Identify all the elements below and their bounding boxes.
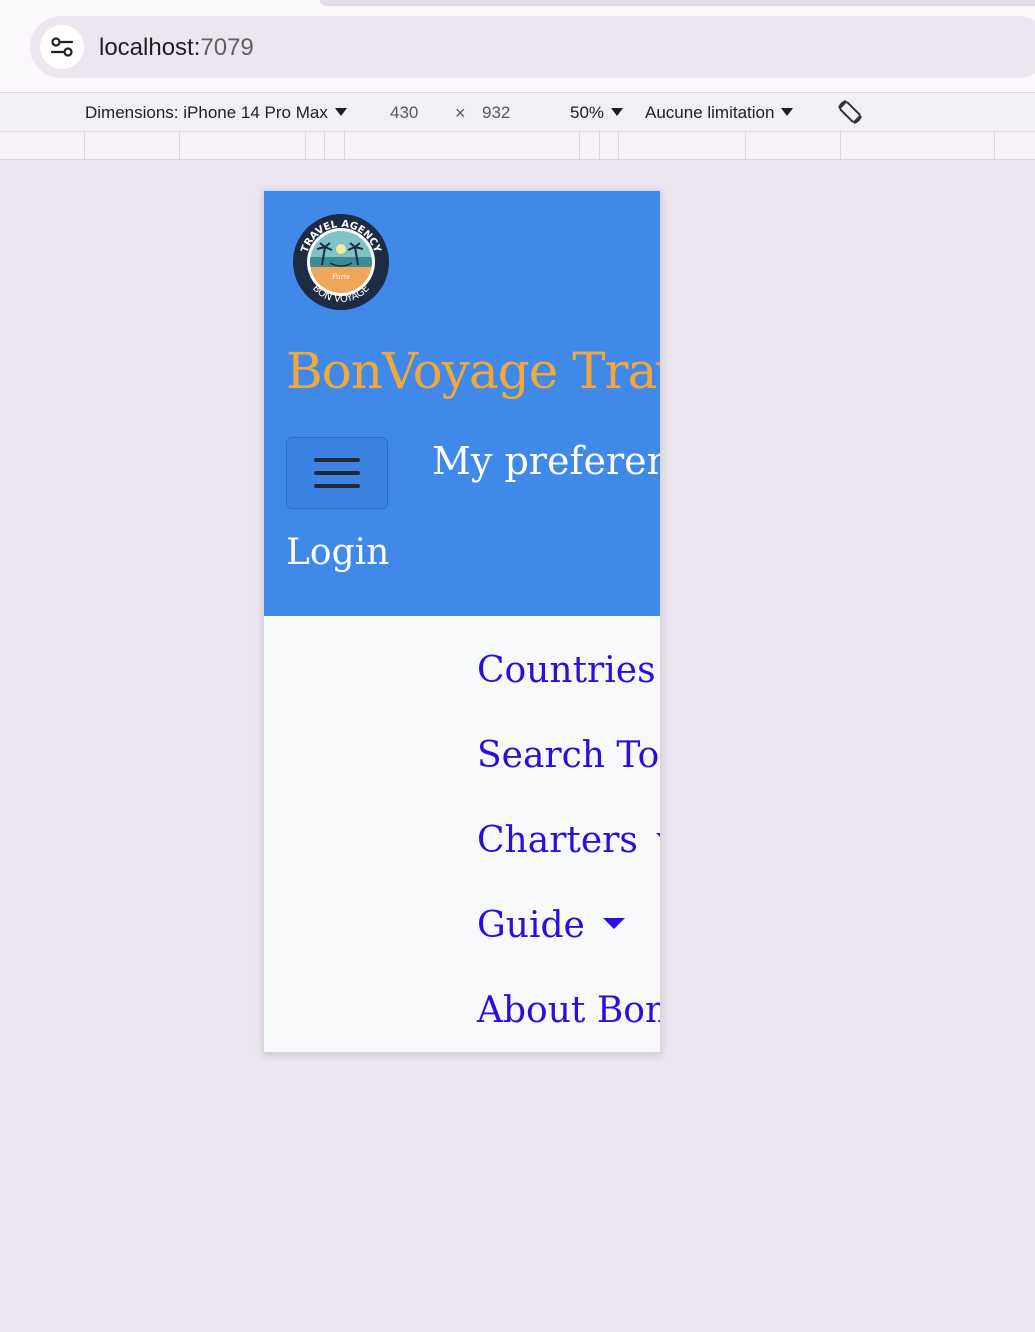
height-input[interactable]: 932 — [482, 103, 510, 123]
nav-item-label: Guide — [477, 905, 585, 946]
nav-item-guide[interactable]: Guide — [477, 903, 625, 949]
nav-item-search-tours[interactable]: Search Tours — [477, 733, 660, 779]
nav-item-about[interactable]: About BonVoyage — [477, 988, 660, 1034]
caret-down-icon — [781, 108, 794, 116]
dropdown-caret-icon — [602, 918, 625, 929]
nav-item-label: About BonVoyage — [477, 990, 660, 1031]
zoom-select[interactable]: 50% — [570, 103, 624, 123]
dropdown-caret-icon — [655, 833, 660, 844]
hamburger-icon-bar — [314, 484, 360, 488]
travel-agency-logo[interactable]: Paris TRAVEL AGENCY BON VOYAGE — [292, 213, 390, 311]
hamburger-icon-bar — [314, 471, 360, 475]
nav-menu: Countries Search Tours Charters Guide Ab… — [264, 616, 660, 1052]
device-viewport: Paris TRAVEL AGENCY BON VOYAGE BonVoyage… — [263, 190, 661, 1053]
login-link[interactable]: Login — [286, 529, 389, 577]
zoom-label: 50% — [570, 103, 605, 122]
logo-center-text: Paris — [331, 273, 350, 281]
url-text[interactable]: localhost:7079 — [99, 33, 254, 63]
throttling-select[interactable]: Aucune limitation — [645, 103, 794, 123]
site-brand[interactable]: BonVoyage Travel — [286, 339, 660, 403]
url-host: localhost: — [99, 34, 201, 61]
device-select-label: Dimensions: iPhone 14 Pro Max — [85, 103, 328, 122]
caret-down-icon — [611, 108, 624, 116]
navbar-toggle-button[interactable] — [286, 437, 388, 509]
nav-item-countries[interactable]: Countries — [477, 648, 656, 694]
caret-down-icon — [334, 108, 347, 116]
device-select[interactable]: Dimensions: iPhone 14 Pro Max — [85, 103, 347, 123]
browser-toolbar: localhost:7079 — [0, 0, 1035, 92]
tab-strip-edge — [320, 0, 1035, 6]
dimension-separator: × — [455, 103, 466, 123]
tune-icon — [50, 37, 74, 57]
rotate-device-icon[interactable] — [834, 96, 866, 128]
media-query-ruler — [0, 132, 1035, 160]
nav-item-label: Charters — [477, 820, 638, 861]
nav-item-charters[interactable]: Charters — [477, 818, 660, 864]
site-info-button[interactable] — [40, 25, 84, 69]
my-preferences-link[interactable]: My preferences — [432, 437, 660, 485]
nav-item-label: Countries — [477, 650, 656, 691]
width-input[interactable]: 430 — [390, 103, 418, 123]
nav-item-label: Search Tours — [477, 735, 660, 776]
site-header: Paris TRAVEL AGENCY BON VOYAGE BonVoyage… — [264, 191, 660, 616]
url-port: 7079 — [200, 34, 254, 61]
device-toolbar: Dimensions: iPhone 14 Pro Max 430 × 932 … — [0, 92, 1035, 132]
hamburger-icon-bar — [314, 458, 360, 462]
throttling-label: Aucune limitation — [645, 103, 775, 122]
